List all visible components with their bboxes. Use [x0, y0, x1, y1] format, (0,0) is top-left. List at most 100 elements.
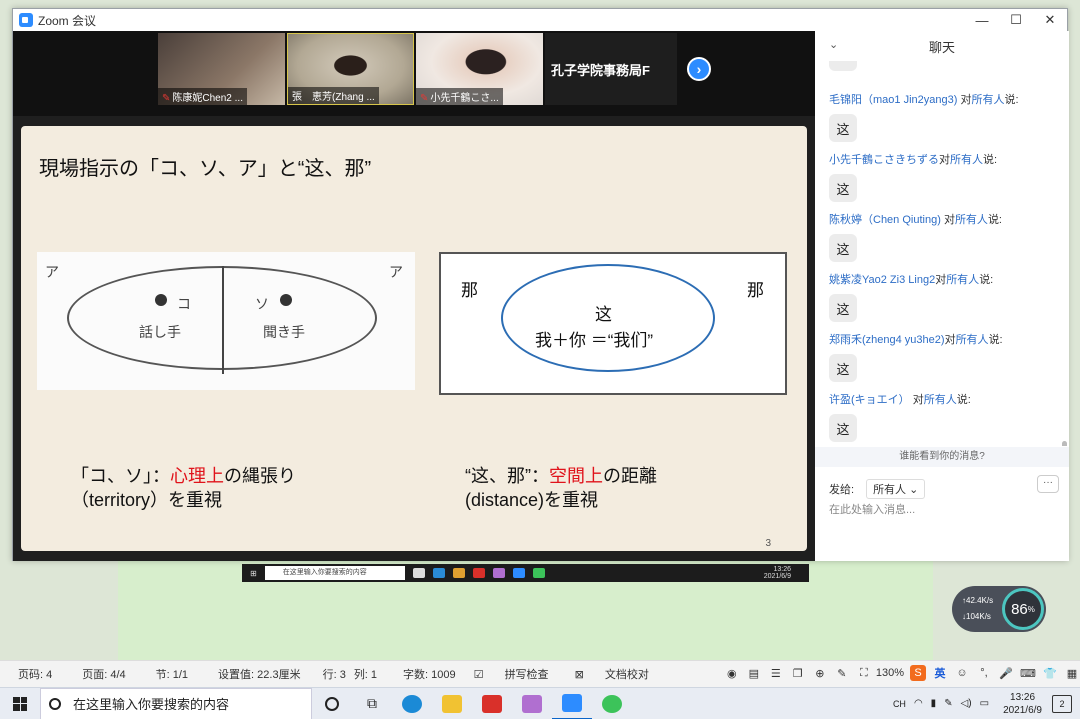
message-sender[interactable]: 许盈(キョエイ）: [829, 394, 910, 406]
participant-tile[interactable]: 張 恵芳(Zhang ...: [287, 33, 414, 105]
message-bubble: 这: [829, 234, 857, 262]
participant-name: 陈康妮Chen2 ...: [172, 93, 243, 104]
message-sender[interactable]: 郑雨禾(zheng4 yu3he2): [829, 334, 945, 346]
send-to-label: 发给:: [829, 484, 855, 496]
to-word: 对: [935, 274, 947, 286]
status-page-of[interactable]: 页面: 4/4: [82, 666, 125, 682]
network-speed-widget[interactable]: ↑42.4K/s ↓104K/s 86%: [952, 586, 1046, 632]
mini-start-icon: ⊞: [250, 568, 257, 578]
mini-search-box: 在这里输入你要搜索的内容: [264, 566, 405, 580]
system-tray: CH ◠ ▮ ✎ ◁) ▭ 13:26 2021/6/9 2: [893, 691, 1080, 717]
maximize-icon[interactable]: ☐: [999, 9, 1033, 31]
keyboard-icon[interactable]: ⌨: [1020, 665, 1036, 681]
status-page[interactable]: 页码: 4: [18, 666, 52, 682]
window-title: Zoom 会议: [38, 13, 97, 28]
recipient[interactable]: 所有人: [956, 334, 989, 346]
mic-tray-icon[interactable]: ▮: [931, 698, 937, 709]
collapse-chevron-icon[interactable]: ⌄: [829, 38, 838, 51]
start-button[interactable]: [0, 688, 40, 719]
participant-tile[interactable]: ✎ 陈康妮Chen2 ...: [158, 33, 285, 105]
word-status-icons: ◉ ▤ ☰ ❐ ⊕ ✎ ⛶ 130% S 英 ☺ °, 🎤 ⌨ 👕 ▦: [718, 665, 1080, 681]
message-sender[interactable]: 姚紫凌Yao2 Zi3 Ling2: [829, 274, 935, 286]
chat-message: 小先千鶴こさきちずる对所有人说: 这: [829, 151, 997, 202]
recipient[interactable]: 所有人: [955, 214, 988, 226]
chat-input[interactable]: 在此处输入消息...: [829, 501, 915, 517]
taskbar-app-wechat[interactable]: [592, 688, 632, 719]
status-section[interactable]: 节: 1/1: [156, 666, 188, 682]
toolbox-icon[interactable]: ▦: [1064, 665, 1080, 681]
proofread-button[interactable]: ⊠ 文档校对: [575, 666, 649, 682]
recipient[interactable]: 所有人: [950, 154, 983, 166]
read-mode-icon[interactable]: ❐: [790, 665, 806, 681]
to-word: 对: [943, 214, 955, 226]
emoji-icon[interactable]: ☺: [954, 665, 970, 681]
chat-scrollbar[interactable]: [1062, 441, 1067, 446]
message-sender[interactable]: 陈秋婷（Chen Qiuting): [829, 214, 941, 226]
status-words[interactable]: 字数: 1009: [403, 666, 456, 682]
zoom-logo-icon: [19, 13, 33, 27]
task-view-button[interactable]: ⧉: [352, 688, 392, 719]
input-language[interactable]: CH: [893, 699, 906, 709]
mini-app-icon: [532, 568, 545, 578]
who-can-see-link[interactable]: 谁能看到你的消息?: [815, 447, 1069, 467]
wps-icon: [482, 694, 502, 713]
taskbar-app-wps[interactable]: [472, 688, 512, 719]
message-bubble: 这: [829, 414, 857, 442]
mini-app-icon: [512, 568, 525, 578]
recipient-select[interactable]: 所有人 ⌄: [866, 479, 926, 499]
wifi-icon[interactable]: ◠: [914, 698, 923, 709]
meeting-area: ✎ 陈康妮Chen2 ... 張 恵芳(Zhang ... ✎ 小先千鶴こさ... …: [13, 31, 815, 561]
outline-icon[interactable]: ☰: [768, 665, 784, 681]
punct-icon[interactable]: °,: [976, 665, 992, 681]
caption-left-highlight: 心理上: [170, 466, 224, 486]
more-options-button[interactable]: ···: [1037, 475, 1059, 493]
message-sender[interactable]: 小先千鶴こさきちずる: [829, 154, 939, 166]
status-row[interactable]: 行: 3: [323, 666, 346, 682]
taskbar-app-edge[interactable]: [392, 688, 432, 719]
message-bubble: 这: [829, 114, 857, 142]
say-word: 说:: [987, 214, 1002, 226]
mini-app-icon: [472, 568, 485, 578]
taskbar-app-zoom[interactable]: [552, 688, 592, 719]
fit-icon[interactable]: ⛶: [856, 665, 872, 681]
minimize-icon[interactable]: —: [965, 9, 999, 31]
taskbar-app-explorer[interactable]: [432, 688, 472, 719]
cortana-button[interactable]: [312, 688, 352, 719]
taskbar-app-paint[interactable]: [512, 688, 552, 719]
page-view-icon[interactable]: ▤: [746, 665, 762, 681]
status-setting[interactable]: 设置值: 22.3厘米: [218, 666, 301, 682]
participant-tile[interactable]: ✎ 小先千鶴こさ...: [416, 33, 543, 105]
pen-tray-icon[interactable]: ✎: [944, 698, 952, 709]
pen-icon[interactable]: ✎: [834, 665, 850, 681]
windows-taskbar: 在这里输入你要搜索的内容 ⧉ CH ◠ ▮ ✎ ◁) ▭ 13:26 2021/6…: [0, 687, 1080, 719]
taskbar-search-text: 在这里输入你要搜索的内容: [73, 697, 230, 712]
taskbar-clock[interactable]: 13:26 2021/6/9: [1003, 691, 1042, 717]
chat-messages[interactable]: 毛锦阳（mao1 Jin2yang3) 对所有人说: 这 小先千鶴こさきちずる对…: [815, 61, 1069, 446]
next-page-button[interactable]: ›: [687, 57, 711, 81]
web-view-icon[interactable]: ⊕: [812, 665, 828, 681]
network-icon[interactable]: ▭: [980, 698, 989, 709]
message-sender[interactable]: 毛锦阳（mao1 Jin2yang3): [829, 94, 957, 106]
ko-label: コ: [177, 297, 191, 313]
close-icon[interactable]: ✕: [1033, 9, 1067, 31]
status-col[interactable]: 列: 1: [354, 666, 377, 682]
ime-mode[interactable]: 英: [932, 665, 948, 681]
folder-icon: [442, 694, 462, 713]
spell-check-button[interactable]: ☑ 拼写检查: [474, 666, 549, 682]
mini-app-icon: [412, 568, 425, 578]
notification-button[interactable]: 2: [1052, 694, 1072, 713]
volume-icon[interactable]: ◁): [961, 698, 972, 709]
chevron-down-icon: ⌄: [909, 484, 919, 496]
mic-icon[interactable]: 🎤: [998, 665, 1014, 681]
recipient[interactable]: 所有人: [971, 94, 1004, 106]
eye-icon[interactable]: ◉: [724, 665, 740, 681]
sogou-ime-icon[interactable]: S: [910, 665, 926, 681]
participant-tile[interactable]: 孔子学院事務局F: [545, 33, 677, 105]
recipient[interactable]: 所有人: [946, 274, 979, 286]
to-word: 对: [960, 94, 972, 106]
taskbar-search[interactable]: 在这里输入你要搜索的内容: [40, 687, 312, 719]
recipient[interactable]: 所有人: [924, 394, 957, 406]
chat-panel: ⌄ 聊天 毛锦阳（mao1 Jin2yang3) 对所有人说: 这 小先千鶴こさ…: [815, 31, 1069, 561]
zoom-level[interactable]: 130%: [876, 667, 904, 679]
skin-icon[interactable]: 👕: [1042, 665, 1058, 681]
